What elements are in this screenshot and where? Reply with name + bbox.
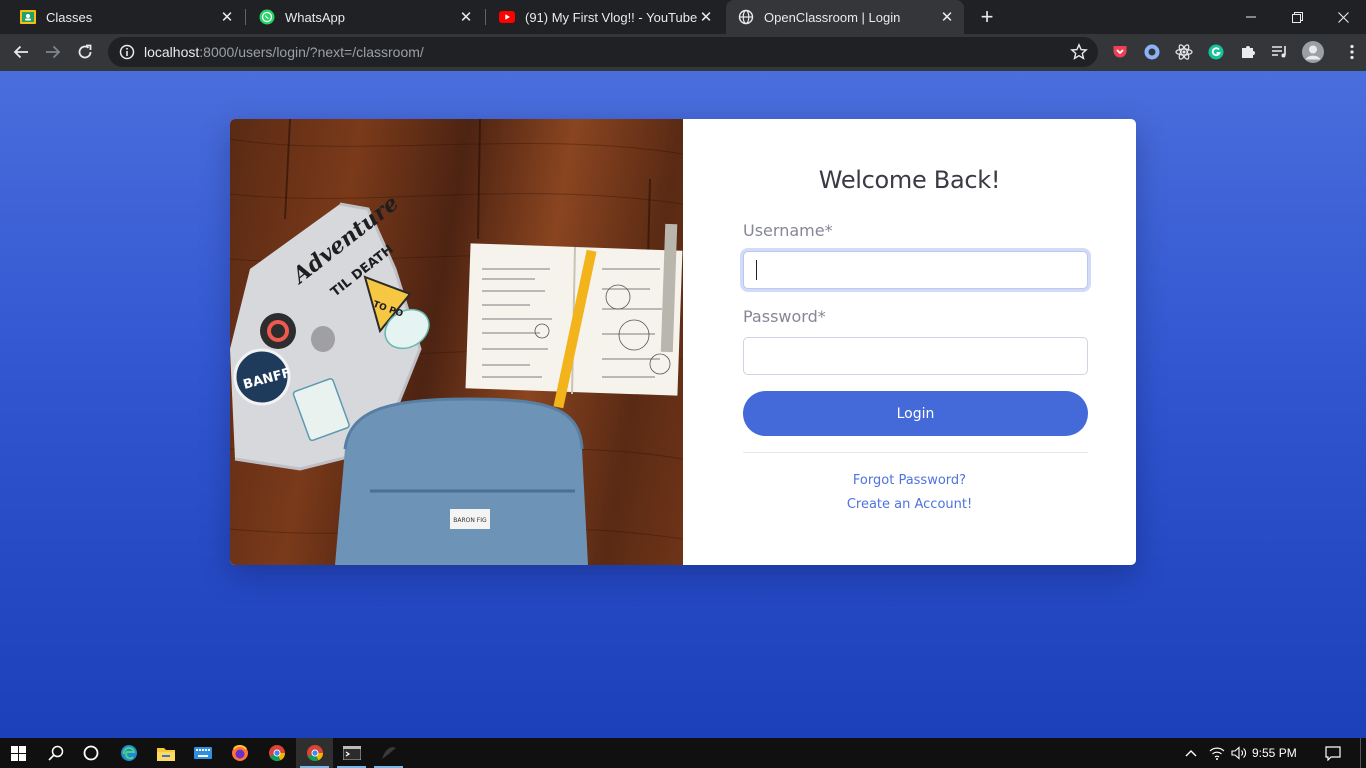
taskbar-chrome-active[interactable] [296, 738, 333, 768]
minimize-button[interactable] [1228, 0, 1274, 34]
browser-toolbar: localhost:8000/users/login/?next=/classr… [0, 34, 1366, 71]
chrome-menu-icon[interactable] [1343, 43, 1361, 61]
close-icon [1337, 11, 1349, 23]
keyboard-icon [193, 747, 212, 759]
page-title: Welcome Back! [818, 166, 1001, 194]
youtube-icon [499, 9, 515, 25]
volume-control[interactable] [1229, 738, 1249, 768]
react-devtools-icon[interactable] [1175, 43, 1193, 61]
login-card: Adventure TIL DEATH BANFF TO PO BARON FI… [230, 119, 1136, 565]
chrome-icon [306, 745, 323, 762]
close-tab-icon[interactable]: ✕ [697, 8, 715, 26]
login-form: Welcome Back! Username* Password* Login … [683, 119, 1136, 565]
tab-title: (91) My First Vlog!! - YouTube [525, 9, 697, 25]
task-view-button[interactable] [72, 738, 109, 768]
whatsapp-icon [259, 9, 275, 25]
new-tab-button[interactable]: + [975, 4, 999, 29]
arrow-right-icon [46, 45, 61, 59]
grammarly-icon[interactable] [1207, 43, 1225, 61]
start-button[interactable] [0, 738, 37, 768]
folder-icon [156, 747, 175, 761]
reload-icon [78, 44, 92, 59]
taskbar-command-prompt[interactable] [333, 738, 370, 768]
close-tab-icon[interactable]: ✕ [938, 8, 956, 26]
close-window-button[interactable] [1320, 0, 1366, 34]
notification-icon [1325, 745, 1341, 761]
create-account-link[interactable]: Create an Account! [683, 497, 1136, 512]
form-divider [743, 452, 1088, 453]
windows-logo-icon [11, 745, 26, 761]
login-button[interactable]: Login [743, 391, 1088, 436]
tab-whatsapp[interactable]: WhatsApp ✕ [247, 0, 483, 34]
bookmark-star-icon[interactable] [1070, 43, 1088, 61]
forgot-password-link[interactable]: Forgot Password? [683, 473, 1136, 488]
sync-extension-icon[interactable] [1143, 43, 1161, 61]
clock-time[interactable]: 9:55 PM [1252, 738, 1297, 768]
windows-taskbar: 9:55 PM [0, 738, 1366, 768]
search-button[interactable] [37, 738, 74, 768]
globe-icon [738, 9, 754, 25]
network-status[interactable] [1207, 738, 1227, 768]
terminal-icon [342, 746, 361, 760]
taskbar-file-explorer[interactable] [147, 738, 184, 768]
show-hidden-icons[interactable] [1181, 738, 1201, 768]
tab-openclassroom-login[interactable]: OpenClassroom | Login ✕ [726, 0, 964, 34]
restore-button[interactable] [1274, 0, 1320, 34]
extensions-puzzle-icon[interactable] [1239, 43, 1257, 61]
tab-classes[interactable]: Classes ✕ [8, 0, 244, 34]
back-button[interactable] [6, 37, 36, 67]
search-icon [47, 745, 63, 761]
bag-brand-label: BARON FIG [453, 517, 487, 524]
taskbar-app[interactable] [370, 738, 407, 768]
desk-illustration: Adventure TIL DEATH BANFF TO PO BARON FI… [230, 119, 683, 565]
app-icon [381, 747, 396, 759]
site-info-icon[interactable] [119, 44, 135, 60]
firefox-icon [231, 745, 248, 761]
action-center-button[interactable] [1322, 738, 1344, 768]
edge-icon [120, 745, 137, 761]
tab-title: WhatsApp [285, 9, 345, 25]
forward-button[interactable] [38, 37, 68, 67]
minimize-icon [1246, 16, 1256, 18]
reload-button[interactable] [70, 37, 100, 67]
show-desktop-button[interactable] [1360, 738, 1366, 768]
close-tab-icon[interactable]: ✕ [457, 8, 475, 26]
tab-title: Classes [46, 9, 93, 25]
browser-tab-strip: Classes ✕ WhatsApp ✕ (91) My First Vlog!… [0, 0, 1366, 34]
taskbar-chrome[interactable] [258, 738, 295, 768]
notebook-shape [465, 223, 683, 409]
url-text: localhost:8000/users/login/?next=/classr… [144, 44, 424, 60]
tab-title: OpenClassroom | Login [764, 9, 901, 25]
arrow-left-icon [13, 45, 28, 59]
taskbar-edge[interactable] [110, 738, 147, 768]
password-input[interactable] [743, 337, 1088, 375]
media-control-icon[interactable] [1271, 43, 1289, 61]
username-input[interactable] [743, 251, 1088, 289]
profile-avatar[interactable] [1302, 41, 1324, 63]
speaker-icon [1231, 746, 1246, 760]
page-background: Adventure TIL DEATH BANFF TO PO BARON FI… [0, 71, 1366, 738]
username-label: Username* [743, 221, 833, 240]
desk-photo: Adventure TIL DEATH BANFF TO PO BARON FI… [230, 119, 683, 565]
backpack-shape [335, 397, 588, 565]
password-label: Password* [743, 307, 826, 326]
chevron-up-icon [1185, 750, 1197, 757]
pocket-extension-icon[interactable] [1111, 43, 1129, 61]
wifi-icon [1209, 747, 1225, 760]
address-bar[interactable]: localhost:8000/users/login/?next=/classr… [108, 37, 1098, 67]
cortana-circle-icon [83, 745, 98, 761]
close-tab-icon[interactable]: ✕ [218, 8, 236, 26]
taskbar-keyboard-app[interactable] [184, 738, 221, 768]
google-classroom-icon [20, 9, 36, 25]
tab-youtube[interactable]: (91) My First Vlog!! - YouTube ✕ [487, 0, 723, 34]
tab-separator [485, 9, 486, 25]
taskbar-firefox[interactable] [221, 738, 258, 768]
url-path: :8000/users/login/?next=/classroom/ [199, 44, 424, 60]
restore-icon [1291, 11, 1303, 23]
url-host: localhost [144, 44, 200, 60]
tab-separator [245, 9, 246, 25]
chrome-icon [268, 745, 285, 762]
